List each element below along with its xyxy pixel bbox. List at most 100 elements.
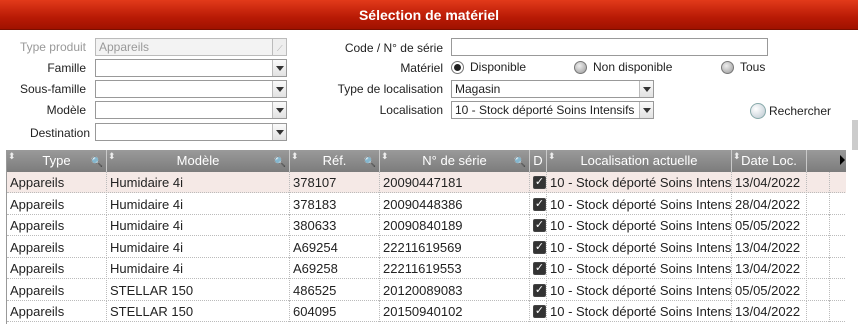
search-icon[interactable] [750, 103, 766, 119]
checkbox-checked-icon[interactable]: ✓ [533, 283, 546, 297]
type-localisation-label: Type de localisation [337, 82, 443, 96]
checkbox-checked-icon[interactable]: ✓ [533, 197, 546, 211]
cell-type: Appareils [7, 236, 107, 258]
checkbox-checked-icon[interactable]: ✓ [533, 305, 546, 318]
cell-date: 13/04/2022 [732, 301, 807, 322]
col-header-modele-label: Modèle [176, 153, 220, 168]
col-header-serie[interactable]: ⬍ N° de série 🔍 [380, 150, 530, 172]
cell-ref: 604095 [290, 301, 380, 322]
col-header-localisation-label: Localisation actuelle [580, 153, 698, 168]
next-column-arrow-icon[interactable] [840, 155, 845, 165]
chevron-down-icon[interactable] [639, 81, 653, 97]
checkbox-checked-icon[interactable]: ✓ [533, 240, 546, 254]
cell-empty [807, 193, 830, 215]
table-row[interactable]: Appareils Humidaire 4i A69254 22211619569 ✓ 1… [7, 236, 846, 258]
table-row[interactable]: Appareils Humidaire 4i 378183 20090448386 ✓ 1… [7, 193, 846, 215]
cell-empty [807, 215, 830, 236]
cell-disponible: ✓ [530, 301, 547, 322]
localisation-label: Localisation [379, 103, 443, 117]
radio-checked-icon[interactable] [451, 60, 464, 74]
modele-select[interactable] [95, 101, 287, 119]
chevron-down-icon[interactable] [272, 124, 286, 140]
cell-type: Appareils [7, 193, 107, 215]
cell-disponible: ✓ [530, 279, 547, 301]
search-button-label: Rechercher [769, 104, 832, 118]
cell-disponible: ✓ [530, 193, 547, 215]
search-button[interactable]: Rechercher [750, 103, 831, 119]
sort-icon[interactable]: ⬍ [381, 150, 389, 167]
checkbox-checked-icon[interactable]: ✓ [533, 262, 546, 275]
type-localisation-value: Magasin [455, 82, 501, 96]
filter-icon[interactable]: 🔍 [274, 152, 286, 172]
cell-modele: STELLAR 150 [107, 279, 290, 301]
results-table: ⬍ Type 🔍 ⬍ Modèle 🔍 ⬍ Réf. 🔍 ⬍ N° de sér… [6, 150, 846, 324]
cell-loc: 10 - Stock déporté Soins Intensifs [547, 301, 732, 322]
col-header-type[interactable]: ⬍ Type 🔍 [7, 150, 107, 172]
table-row[interactable]: Appareils Humidaire 4i 378107 20090447181 ✓ 1… [7, 172, 846, 193]
col-header-d[interactable]: D [530, 150, 547, 172]
radio-non-disponible-label: Non disponible [593, 60, 673, 74]
radio-unchecked-icon[interactable] [574, 60, 587, 74]
filter-icon[interactable]: 🔍 [91, 152, 103, 172]
cell-ref: A69258 [290, 258, 380, 279]
cell-date: 13/04/2022 [732, 236, 807, 258]
type-localisation-select[interactable]: Magasin [451, 80, 654, 98]
chevron-down-icon[interactable] [639, 102, 653, 118]
filter-icon[interactable]: 🔍 [514, 152, 526, 172]
radio-tous[interactable]: Tous [721, 60, 765, 74]
sort-icon[interactable]: ⬍ [108, 150, 116, 167]
localisation-select[interactable]: 10 - Stock déporté Soins Intensifs [451, 101, 654, 119]
checkbox-checked-icon[interactable]: ✓ [533, 176, 546, 189]
cell-type: Appareils [7, 301, 107, 322]
sous-famille-label: Sous-famille [19, 82, 86, 96]
filter-icon[interactable]: 🔍 [364, 152, 376, 172]
sort-icon[interactable]: ⬍ [733, 150, 741, 167]
col-header-ref[interactable]: ⬍ Réf. 🔍 [290, 150, 380, 172]
destination-select[interactable] [95, 123, 287, 141]
type-produit-label: Type produit [19, 40, 86, 54]
code-serie-input[interactable] [451, 38, 768, 56]
cell-date: 28/04/2022 [732, 193, 807, 215]
famille-select[interactable] [95, 59, 287, 77]
cell-type: Appareils [7, 279, 107, 301]
cell-loc: 10 - Stock déporté Soins Intensifs [547, 258, 732, 279]
sous-famille-select[interactable] [95, 80, 287, 98]
table-row[interactable]: Appareils STELLAR 150 604095 20150940102 ✓ 10… [7, 301, 846, 322]
table-row[interactable]: Appareils Humidaire 4i A69258 22211619553 ✓ 1… [7, 258, 846, 279]
table-row[interactable]: Appareils STELLAR 150 486525 20120089083 ✓ 10… [7, 279, 846, 301]
sort-icon[interactable]: ⬍ [548, 150, 556, 167]
cell-modele: Humidaire 4i [107, 193, 290, 215]
page-scrollbar[interactable] [852, 120, 858, 150]
chevron-down-icon[interactable] [272, 102, 286, 118]
cell-date: 13/04/2022 [732, 172, 807, 193]
cell-empty [807, 236, 830, 258]
cell-loc: 10 - Stock déporté Soins Intensifs [547, 193, 732, 215]
cell-modele: STELLAR 150 [107, 301, 290, 322]
materiel-label: Matériel [400, 61, 443, 75]
col-header-localisation[interactable]: ⬍ Localisation actuelle [547, 150, 732, 172]
radio-disponible[interactable]: Disponible [451, 60, 526, 74]
cell-ref: 378107 [290, 172, 380, 193]
col-header-modele[interactable]: ⬍ Modèle 🔍 [107, 150, 290, 172]
cell-ref: 380633 [290, 215, 380, 236]
cell-loc: 10 - Stock déporté Soins Intensifs [547, 215, 732, 236]
sort-icon[interactable]: ⬍ [291, 150, 299, 167]
search-form: Type produit Appareils Famille Sous-fami… [0, 30, 858, 150]
table-header: ⬍ Type 🔍 ⬍ Modèle 🔍 ⬍ Réf. 🔍 ⬍ N° de sér… [7, 150, 846, 172]
radio-unchecked-icon[interactable] [721, 60, 734, 74]
cell-type: Appareils [7, 215, 107, 236]
radio-disponible-label: Disponible [470, 60, 527, 74]
cell-empty [807, 258, 830, 279]
radio-tous-label: Tous [740, 60, 766, 74]
table-row[interactable]: Appareils Humidaire 4i 380633 20090840189 ✓ 1… [7, 215, 846, 236]
cell-disponible: ✓ [530, 172, 547, 193]
cell-modele: Humidaire 4i [107, 258, 290, 279]
cell-serie: 20090448386 [380, 193, 530, 215]
col-header-date[interactable]: ⬍ Date Loc. [732, 150, 807, 172]
radio-non-disponible[interactable]: Non disponible [574, 60, 672, 74]
checkbox-checked-icon[interactable]: ✓ [533, 219, 546, 232]
chevron-down-icon[interactable] [272, 60, 286, 76]
chevron-down-icon[interactable] [272, 81, 286, 97]
cell-empty [807, 279, 830, 301]
sort-icon[interactable]: ⬍ [8, 150, 16, 167]
